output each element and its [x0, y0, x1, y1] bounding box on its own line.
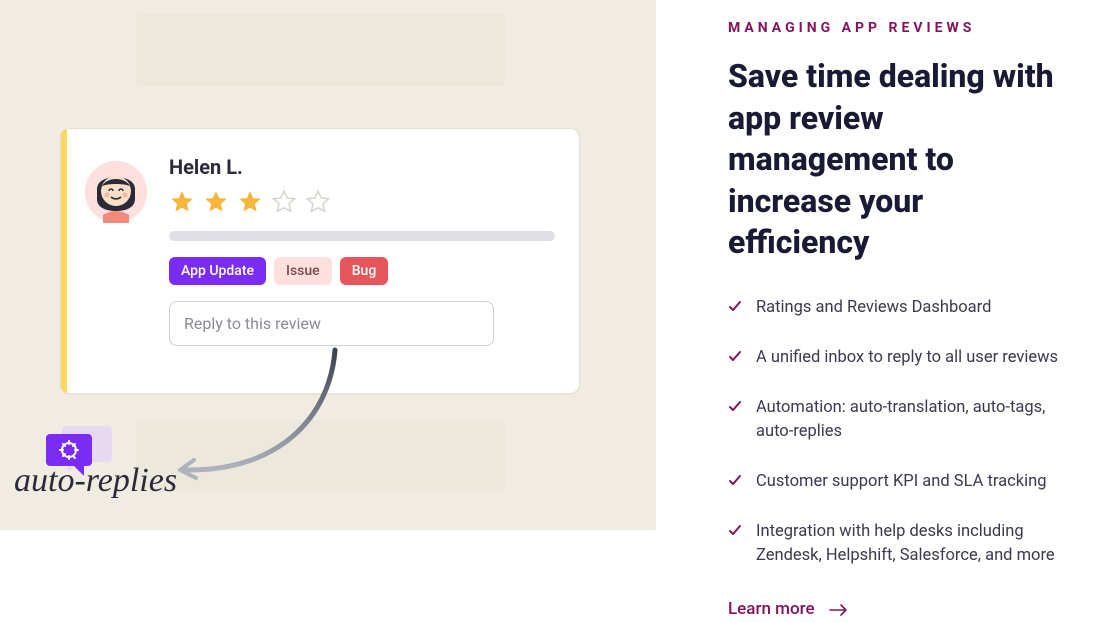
feature-text: Ratings and Reviews Dashboard [756, 296, 991, 320]
eyebrow-label: MANAGING APP REVIEWS [728, 20, 1061, 36]
feature-text: Customer support KPI and SLA tracking [756, 470, 1047, 494]
star-rating [169, 189, 555, 215]
tag-issue[interactable]: Issue [274, 257, 332, 285]
tag-list: App Update Issue Bug [169, 257, 555, 285]
star-filled-icon [203, 189, 229, 215]
illustration-panel: Helen L. App Update Issue Bug [0, 0, 656, 530]
check-icon [728, 300, 742, 314]
avatar [85, 161, 147, 223]
tag-bug[interactable]: Bug [340, 257, 389, 285]
star-filled-icon [169, 189, 195, 215]
auto-replies-callout: auto-replies [14, 462, 177, 500]
check-icon [728, 474, 742, 488]
reviewer-name: Helen L. [169, 155, 555, 179]
highlight-bar [61, 129, 67, 393]
list-item: Integration with help desks including Ze… [728, 520, 1061, 568]
check-icon [728, 524, 742, 538]
tag-app-update[interactable]: App Update [169, 257, 266, 285]
check-icon [728, 400, 742, 414]
content-panel: MANAGING APP REVIEWS Save time dealing w… [656, 0, 1101, 530]
feature-text: Integration with help desks including Ze… [756, 520, 1061, 568]
list-item: Ratings and Reviews Dashboard [728, 296, 1061, 320]
star-empty-icon [305, 189, 331, 215]
placeholder-card-top [136, 14, 506, 86]
star-empty-icon [271, 189, 297, 215]
review-card: Helen L. App Update Issue Bug [60, 128, 580, 394]
feature-text: A unified inbox to reply to all user rev… [756, 346, 1058, 370]
headline: Save time dealing with app review manage… [728, 56, 1061, 264]
learn-more-link[interactable]: Learn more [728, 599, 849, 619]
check-icon [728, 350, 742, 364]
feature-text: Automation: auto-translation, auto-tags,… [756, 396, 1061, 444]
placeholder-card-bottom [136, 420, 506, 492]
list-item: Automation: auto-translation, auto-tags,… [728, 396, 1061, 444]
list-item: Customer support KPI and SLA tracking [728, 470, 1061, 494]
star-filled-icon [237, 189, 263, 215]
list-item: A unified inbox to reply to all user rev… [728, 346, 1061, 370]
review-text-placeholder [169, 231, 555, 241]
reply-input[interactable] [169, 301, 494, 346]
arrow-right-icon [829, 602, 849, 616]
feature-list: Ratings and Reviews Dashboard A unified … [728, 296, 1061, 567]
learn-more-text: Learn more [728, 599, 815, 619]
